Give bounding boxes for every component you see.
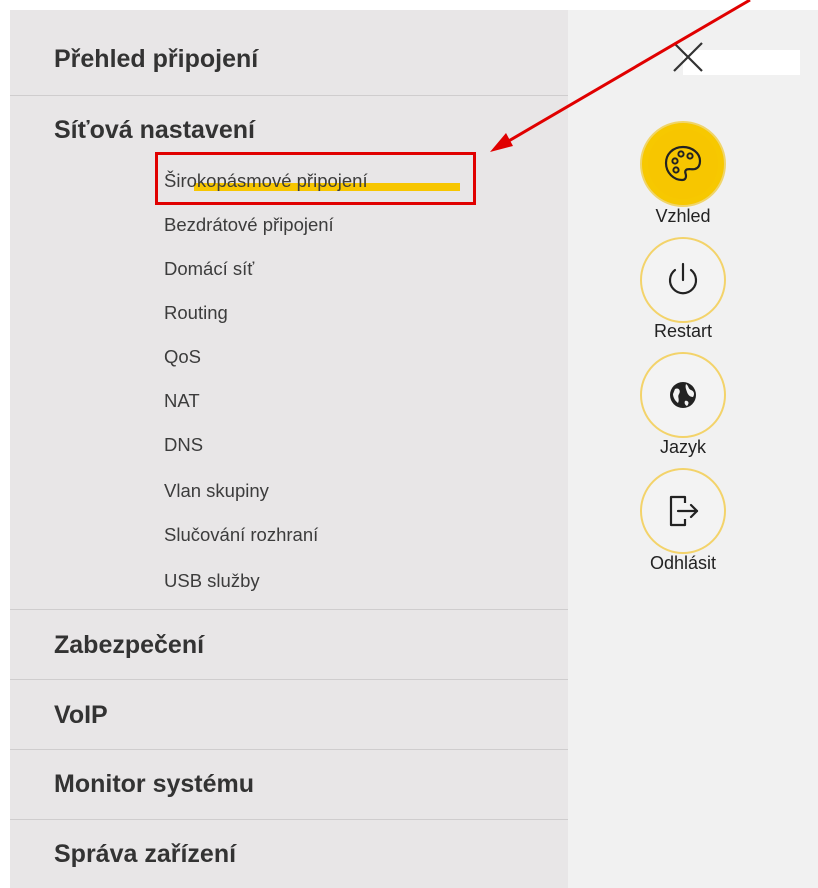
menu-item-broadband[interactable]: Širokopásmové připojení <box>164 170 460 192</box>
section-network-settings[interactable]: Síťová nastavení <box>54 116 255 145</box>
menu-item-interface-bonding[interactable]: Slučování rozhraní <box>164 524 318 546</box>
menu-item-usb-services[interactable]: USB služby <box>164 570 260 592</box>
language-label: Jazyk <box>659 437 706 457</box>
divider <box>10 609 568 610</box>
divider <box>10 95 568 96</box>
power-icon <box>668 262 698 295</box>
menu-item-routing[interactable]: Routing <box>164 302 228 324</box>
menu-item-qos[interactable]: QoS <box>164 346 201 368</box>
restart-label: Restart <box>653 321 713 341</box>
section-system-monitor[interactable]: Monitor systému <box>54 770 254 799</box>
close-button[interactable] <box>671 40 705 74</box>
logout-label: Odhlásit <box>649 553 717 573</box>
menu-item-dns[interactable]: DNS <box>164 434 203 456</box>
menu-item-wireless[interactable]: Bezdrátové připojení <box>164 214 334 236</box>
divider <box>10 679 568 680</box>
language-button[interactable] <box>640 352 726 438</box>
logout-icon <box>669 495 699 527</box>
close-icon <box>673 42 703 72</box>
menu-item-vlan-groups[interactable]: Vlan skupiny <box>164 480 269 502</box>
restart-button[interactable] <box>640 237 726 323</box>
globe-icon <box>670 382 696 408</box>
appearance-label: Vzhled <box>655 206 711 226</box>
section-connection-overview[interactable]: Přehled připojení <box>54 45 258 74</box>
menu-item-nat[interactable]: NAT <box>164 390 200 412</box>
menu-item-home-network[interactable]: Domácí síť <box>164 258 254 280</box>
section-security[interactable]: Zabezpečení <box>54 631 204 660</box>
divider <box>10 749 568 750</box>
divider <box>10 819 568 820</box>
section-voip[interactable]: VoIP <box>54 701 108 730</box>
section-device-management[interactable]: Správa zařízení <box>54 840 236 869</box>
appearance-button[interactable] <box>640 121 726 207</box>
menu-item-label: Širokopásmové připojení <box>164 170 368 191</box>
palette-icon <box>664 145 702 182</box>
logout-button[interactable] <box>640 468 726 554</box>
